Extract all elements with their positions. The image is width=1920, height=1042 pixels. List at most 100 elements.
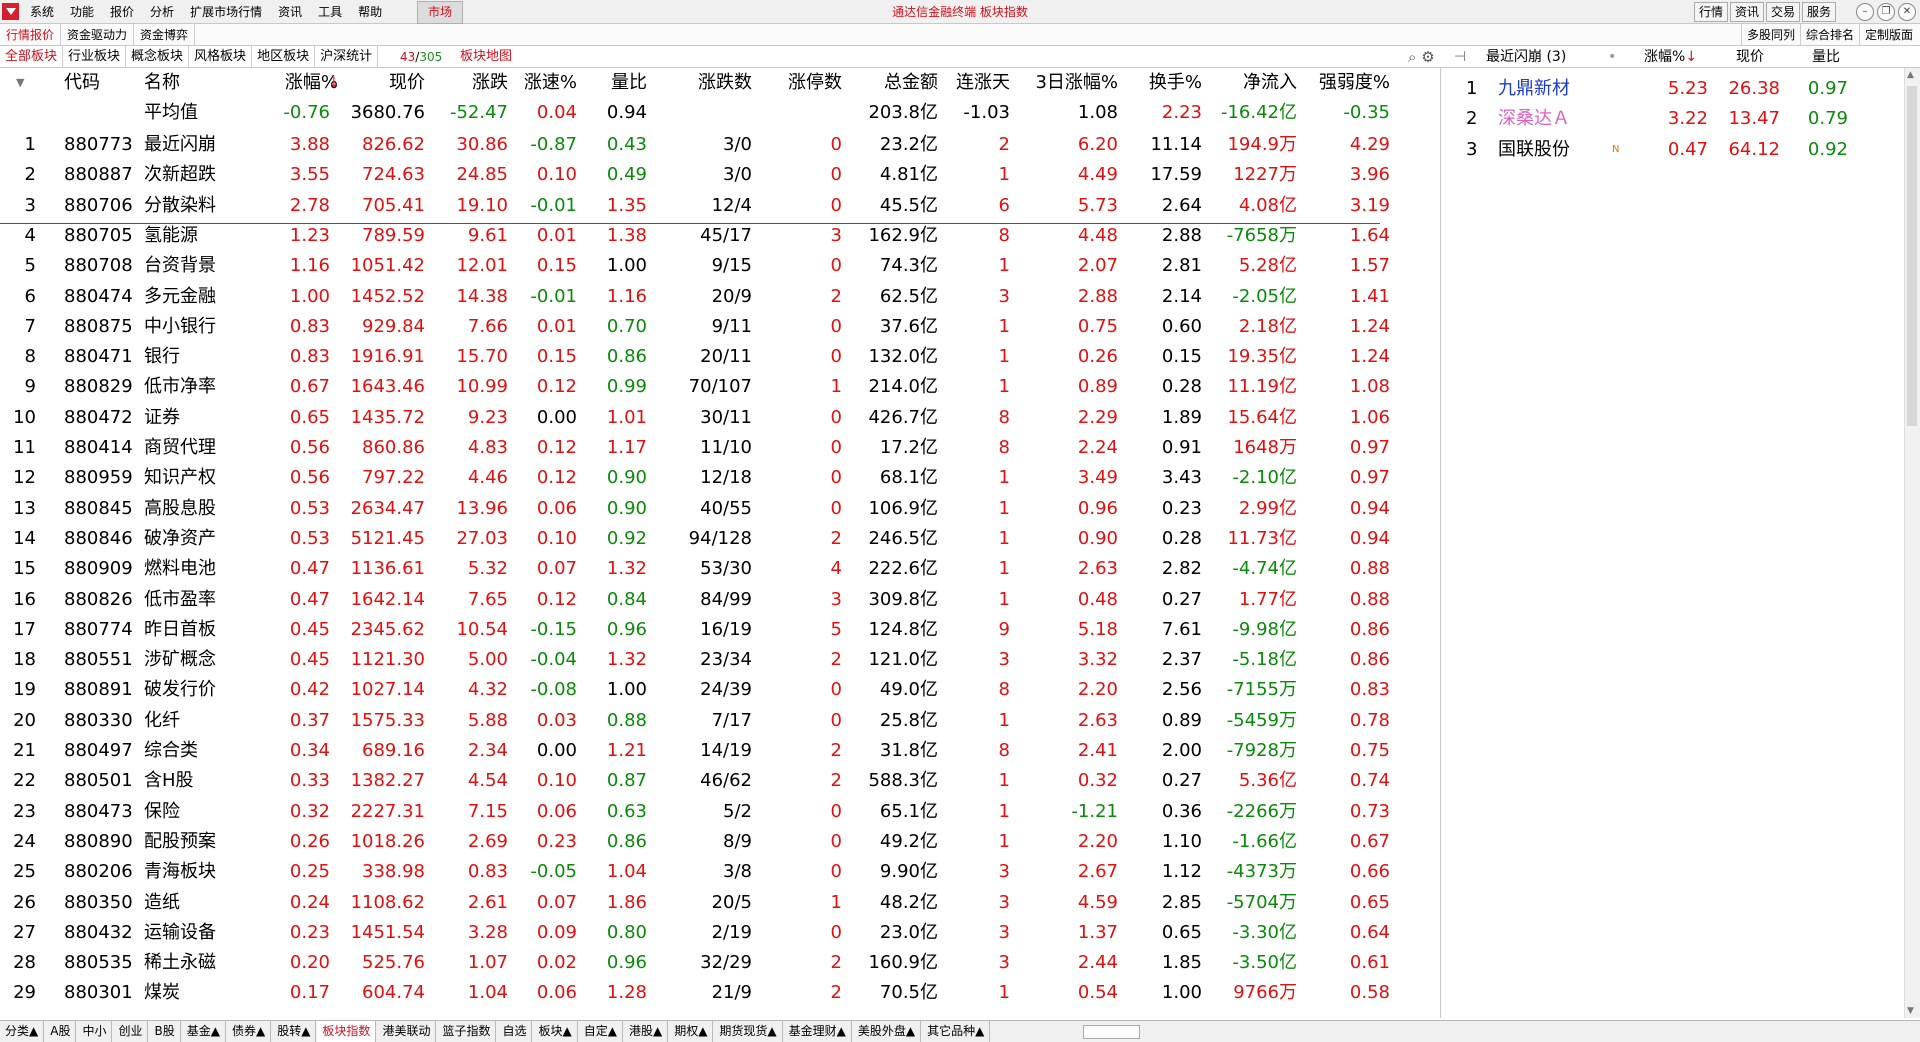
row-name[interactable]: 燃料电池 — [144, 554, 216, 584]
table-row[interactable]: 12 880959 知识产权 0.56 797.22 4.46 0.12 0.90 12/18 0… — [0, 463, 1395, 493]
col-header[interactable]: 强弱度% — [1319, 68, 1390, 98]
table-row[interactable]: 26 880350 造纸 0.24 1108.62 2.61 0.07 1.86 20/5 1 48… — [0, 888, 1395, 918]
scroll-thumb[interactable] — [1907, 86, 1917, 426]
row-code[interactable]: 880891 — [64, 675, 133, 705]
menu-item[interactable]: 工具 — [310, 0, 350, 24]
table-row[interactable]: 24 880890 配股预案 0.26 1018.26 2.69 0.23 0.86 8/9 0 4… — [0, 827, 1395, 857]
top-button[interactable]: 交易 — [1765, 2, 1800, 22]
market-tab[interactable]: 港美联动 — [377, 1021, 437, 1042]
subtab[interactable]: 行情报价 — [0, 24, 62, 46]
table-row[interactable]: 20 880330 化纤 0.37 1575.33 5.88 0.03 0.88 7/17 0 25… — [0, 706, 1395, 736]
subtab[interactable]: 资金驱动力 — [61, 24, 135, 46]
row-name[interactable]: 保险 — [144, 797, 180, 827]
row-code[interactable]: 880773 — [64, 130, 133, 160]
table-row[interactable]: 11 880414 商贸代理 0.56 860.86 4.83 0.12 1.17 11/10 0… — [0, 433, 1395, 463]
row-name[interactable]: 破净资产 — [144, 524, 216, 554]
row-name[interactable]: 商贸代理 — [144, 433, 216, 463]
table-row[interactable]: 9 880829 低市净率 0.67 1643.46 10.99 0.12 0.99 70/10… — [0, 372, 1395, 402]
row-name[interactable]: 高股息股 — [144, 494, 216, 524]
row-name[interactable]: 青海板块 — [144, 857, 216, 887]
subtab[interactable]: 资金博弈 — [134, 24, 196, 46]
row-code[interactable]: 880301 — [64, 978, 133, 1008]
market-tab[interactable]: 市场 — [417, 1, 464, 24]
restore-icon[interactable]: ❐ — [1877, 3, 1895, 21]
row-name[interactable]: 涉矿概念 — [144, 645, 216, 675]
menu-item[interactable]: 功能 — [62, 0, 102, 24]
panel-header-pct[interactable]: 涨幅%↓ — [1644, 46, 1697, 68]
row-name[interactable]: 稀土永磁 — [144, 948, 216, 978]
panel-row[interactable]: 1 九鼎新材 5.23 26.38 0.97 — [1452, 74, 1912, 104]
menu-item[interactable]: 分析 — [142, 0, 182, 24]
row-code[interactable]: 880206 — [64, 857, 133, 887]
row-code[interactable]: 880890 — [64, 827, 133, 857]
row-code[interactable]: 880826 — [64, 585, 133, 615]
panel-row[interactable]: 2 深桑达Ａ 3.22 13.47 0.79 — [1452, 104, 1912, 134]
row-name[interactable]: 台资背景 — [144, 251, 216, 281]
sort-menu-icon[interactable]: ▼ — [16, 68, 24, 98]
table-row[interactable]: 21 880497 综合类 0.34 689.16 2.34 0.00 1.21 14/19 2 3… — [0, 736, 1395, 766]
menu-item[interactable]: 报价 — [102, 0, 142, 24]
col-header[interactable]: 涨速% — [524, 68, 577, 98]
market-tab[interactable]: 债券▲ — [227, 1021, 272, 1042]
table-row[interactable]: 16 880826 低市盈率 0.47 1642.14 7.65 0.12 0.84 84/99… — [0, 585, 1395, 615]
table-row[interactable]: 23 880473 保险 0.32 2227.31 7.15 0.06 0.63 5/2 0 65.… — [0, 797, 1395, 827]
table-row[interactable]: 8 880471 银行 0.83 1916.91 15.70 0.15 0.86 20/11 0 1… — [0, 342, 1395, 372]
top-button[interactable]: 服务 — [1801, 2, 1836, 22]
table-row[interactable]: 27 880432 运输设备 0.23 1451.54 3.28 0.09 0.80 2/19 0… — [0, 918, 1395, 948]
panel-row-name[interactable]: 国联股份 — [1498, 135, 1570, 165]
row-code[interactable]: 880473 — [64, 797, 133, 827]
col-header[interactable]: 量比 — [611, 68, 647, 98]
col-header-code[interactable]: 代码 — [64, 68, 100, 98]
market-tab[interactable]: A股 — [45, 1021, 77, 1042]
menu-item[interactable]: 帮助 — [350, 0, 390, 24]
market-tab[interactable]: 创业 — [113, 1021, 149, 1042]
row-code[interactable]: 880909 — [64, 554, 133, 584]
row-code[interactable]: 880330 — [64, 706, 133, 736]
row-code[interactable]: 880706 — [64, 191, 133, 221]
table-row[interactable]: 3 880706 分散染料 2.78 705.41 19.10 -0.01 1.35 12/4 0… — [0, 191, 1395, 221]
market-tab[interactable]: 美股外盘▲ — [853, 1021, 922, 1042]
col-header[interactable]: 涨跌 — [472, 68, 508, 98]
market-tab[interactable]: 期货现货▲ — [714, 1021, 783, 1042]
row-code[interactable]: 880846 — [64, 524, 133, 554]
row-code[interactable]: 880829 — [64, 372, 133, 402]
col-header[interactable]: 3日涨幅% — [1035, 68, 1118, 98]
col-header[interactable]: 涨跌数 — [698, 68, 752, 98]
table-row[interactable]: 28 880535 稀土永磁 0.20 525.76 1.07 0.02 0.96 32/29 2… — [0, 948, 1395, 978]
row-code[interactable]: 880472 — [64, 403, 133, 433]
menu-item[interactable]: 扩展市场行情 — [182, 0, 270, 24]
table-row[interactable]: 15 880909 燃料电池 0.47 1136.61 5.32 0.07 1.32 53/30… — [0, 554, 1395, 584]
panel-header-ratio[interactable]: 量比 — [1812, 46, 1840, 68]
market-tab[interactable]: 板块指数 — [317, 1021, 377, 1042]
table-row[interactable]: 7 880875 中小银行 0.83 929.84 7.66 0.01 0.70 9/11 0 37… — [0, 312, 1395, 342]
panel-row-name[interactable]: 九鼎新材 — [1498, 74, 1570, 104]
market-tab[interactable]: 分类▲ — [0, 1021, 45, 1042]
market-tab[interactable]: 自定▲ — [579, 1021, 623, 1042]
table-row[interactable]: 22 880501 含H股 0.33 1382.27 4.54 0.10 0.87 46/62 2… — [0, 766, 1395, 796]
col-header[interactable]: 现价 — [389, 68, 425, 98]
row-name[interactable]: 知识产权 — [144, 463, 216, 493]
row-code[interactable]: 880535 — [64, 948, 133, 978]
row-code[interactable]: 880887 — [64, 160, 133, 190]
table-row[interactable]: 2 880887 次新超跌 3.55 724.63 24.85 0.10 0.49 3/0 0 4.… — [0, 160, 1395, 190]
row-name[interactable]: 分散染料 — [144, 191, 216, 221]
row-code[interactable]: 880705 — [64, 221, 133, 251]
col-header-name[interactable]: 名称 — [144, 68, 180, 98]
scroll-up-icon[interactable]: ▲ — [1907, 70, 1914, 80]
table-row[interactable]: 18 880551 涉矿概念 0.45 1121.30 5.00 -0.04 1.32 23/3… — [0, 645, 1395, 675]
table-row[interactable]: 13 880845 高股息股 0.53 2634.47 13.96 0.06 0.90 40/5… — [0, 494, 1395, 524]
row-name[interactable]: 多元金融 — [144, 282, 216, 312]
gear-icon[interactable]: ⚙ — [1421, 48, 1434, 66]
row-code[interactable]: 880708 — [64, 251, 133, 281]
panel-header-price[interactable]: 现价 — [1736, 46, 1764, 68]
row-code[interactable]: 880845 — [64, 494, 133, 524]
row-name[interactable]: 综合类 — [144, 736, 198, 766]
row-name[interactable]: 最近闪崩 — [144, 130, 216, 160]
col-header[interactable]: 总金额 — [884, 68, 938, 98]
market-tab[interactable]: 中小 — [77, 1021, 113, 1042]
row-name[interactable]: 证券 — [144, 403, 180, 433]
col-header[interactable]: 涨停数 — [788, 68, 842, 98]
market-tab[interactable]: 港股▲ — [624, 1021, 669, 1042]
table-row[interactable]: 25 880206 青海板块 0.25 338.98 0.83 -0.05 1.04 3/8 0 9… — [0, 857, 1395, 887]
market-tab[interactable]: 自选 — [497, 1021, 533, 1042]
